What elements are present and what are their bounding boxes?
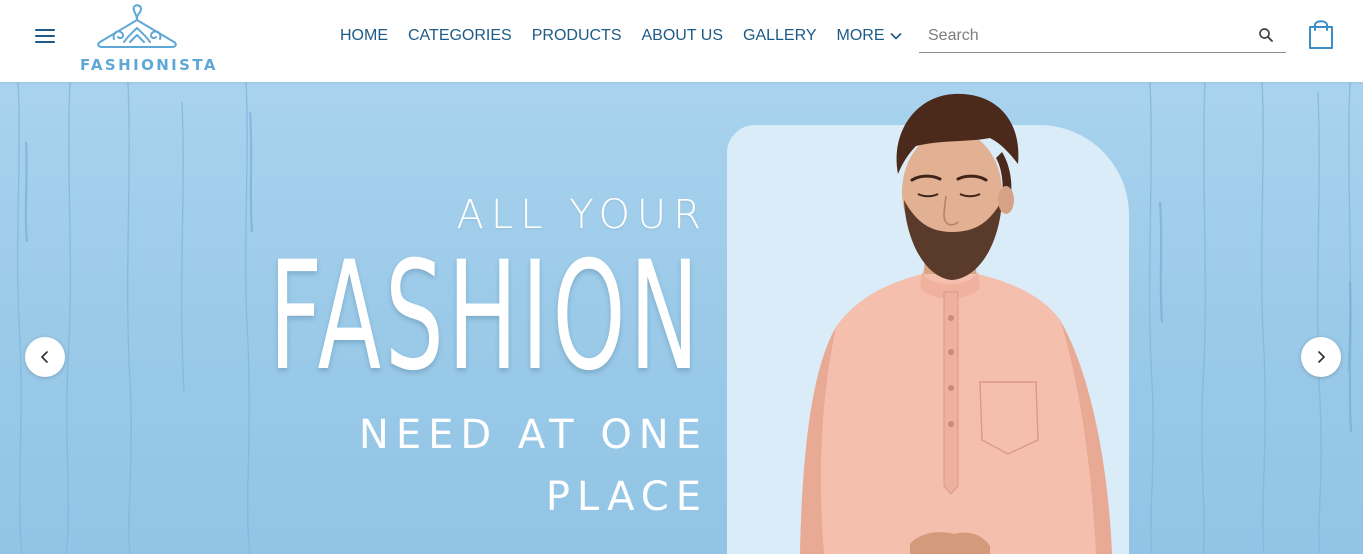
chevron-left-icon xyxy=(40,351,48,363)
hanger-logo-icon xyxy=(97,4,177,48)
hero-headline-line4: PLACE xyxy=(545,474,708,520)
nav-gallery[interactable]: GALLERY xyxy=(733,27,827,45)
hero-headline-main: FASHION xyxy=(269,230,703,404)
main-nav: HOME CATEGORIES PRODUCTS ABOUT US GALLER… xyxy=(330,22,912,50)
nav-categories[interactable]: CATEGORIES xyxy=(398,27,522,45)
site-header: FASHIONISTA HOME CATEGORIES PRODUCTS ABO… xyxy=(0,0,1363,82)
nav-home[interactable]: HOME xyxy=(330,27,398,45)
logo[interactable]: FASHIONISTA xyxy=(78,4,218,74)
nav-label: HOME xyxy=(340,27,388,44)
shopping-bag-icon[interactable] xyxy=(1308,18,1334,50)
carousel-prev-button[interactable] xyxy=(25,337,65,377)
nav-label: PRODUCTS xyxy=(531,27,622,44)
logo-text: FASHIONISTA xyxy=(80,56,218,74)
chevron-down-icon xyxy=(889,32,902,40)
search-box xyxy=(919,22,1286,53)
nav-label: MORE xyxy=(836,27,885,44)
hero-headline-line3: NEED AT ONE xyxy=(358,412,708,458)
nav-products[interactable]: PRODUCTS xyxy=(522,27,632,45)
nav-more-dropdown[interactable]: MORE xyxy=(827,27,912,45)
nav-label: GALLERY xyxy=(743,27,817,44)
search-icon[interactable] xyxy=(1258,27,1274,43)
chevron-right-icon xyxy=(1318,351,1326,363)
hero-banner: ALL YOUR FASHION NEED AT ONE PLACE xyxy=(0,82,1363,554)
carousel-next-button[interactable] xyxy=(1301,337,1341,377)
nav-label: ABOUT US xyxy=(641,27,724,44)
nav-about-us[interactable]: ABOUT US xyxy=(632,27,734,45)
model-photo xyxy=(800,93,1112,554)
hamburger-menu-icon[interactable] xyxy=(33,27,57,45)
search-input[interactable] xyxy=(919,22,1249,50)
nav-label: CATEGORIES xyxy=(408,27,512,44)
